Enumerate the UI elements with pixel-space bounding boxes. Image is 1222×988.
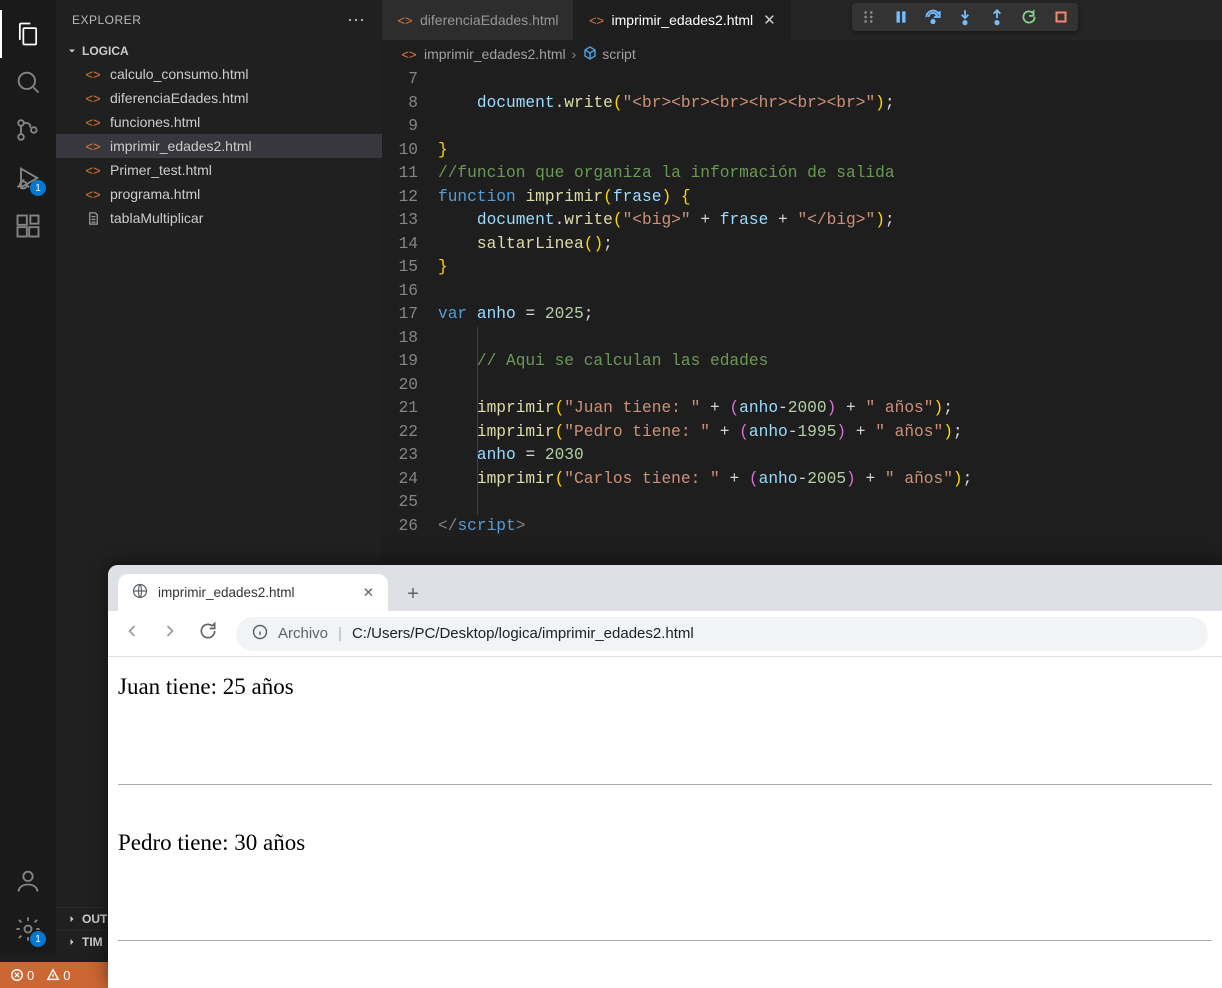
globe-icon <box>132 583 148 602</box>
browser-tab[interactable]: imprimir_edades2.html ✕ <box>118 574 388 611</box>
breadcrumb[interactable]: <> imprimir_edades2.html › script <box>382 40 1222 68</box>
url-label: Archivo <box>278 625 328 642</box>
breadcrumb-file: imprimir_edades2.html <box>424 46 566 62</box>
file-item[interactable]: tablaMultiplicar <box>56 206 382 230</box>
output-line: Pedro tiene: 30 años <box>118 829 1212 856</box>
sidebar-title: EXPLORER <box>72 13 141 27</box>
run-debug-icon[interactable]: 1 <box>0 154 56 202</box>
html-file-icon: <> <box>84 89 102 107</box>
reload-button[interactable] <box>198 621 218 646</box>
more-actions-icon[interactable]: ⋯ <box>347 10 366 31</box>
chevron-right-icon <box>66 936 78 948</box>
browser-tab-strip: imprimir_edades2.html ✕ + <box>108 565 1222 611</box>
sidebar-header: EXPLORER ⋯ <box>56 0 382 40</box>
html-file-icon: <> <box>84 185 102 203</box>
breadcrumb-separator: › <box>572 46 577 62</box>
debug-step-over-icon[interactable] <box>922 6 944 28</box>
file-item[interactable]: <> diferenciaEdades.html <box>56 86 382 110</box>
debug-step-into-icon[interactable] <box>954 6 976 28</box>
html-file-icon: <> <box>588 11 606 29</box>
file-name: Primer_test.html <box>110 162 212 178</box>
settings-icon[interactable]: 1 <box>0 905 56 953</box>
file-item[interactable]: <> funciones.html <box>56 110 382 134</box>
file-item[interactable]: <> imprimir_edades2.html <box>56 134 382 158</box>
file-item[interactable]: <> programa.html <box>56 182 382 206</box>
run-badge: 1 <box>30 180 46 196</box>
html-file-icon: <> <box>84 65 102 83</box>
file-list: <> calculo_consumo.html <> diferenciaEdades… <box>56 62 382 230</box>
browser-toolbar: Archivo | C:/Users/PC/Desktop/logica/imp… <box>108 611 1222 657</box>
source-control-icon[interactable] <box>0 106 56 154</box>
file-name: diferenciaEdades.html <box>110 90 249 106</box>
account-icon[interactable] <box>0 857 56 905</box>
breadcrumb-symbol: script <box>602 46 635 62</box>
forward-button[interactable] <box>160 621 180 646</box>
file-name: programa.html <box>110 186 200 202</box>
back-button[interactable] <box>122 621 142 646</box>
folder-header[interactable]: LOGICA <box>56 40 382 62</box>
debug-stop-icon[interactable] <box>1050 6 1072 28</box>
url-bar[interactable]: Archivo | C:/Users/PC/Desktop/logica/imp… <box>236 617 1208 651</box>
file-item[interactable]: <> Primer_test.html <box>56 158 382 182</box>
debug-pause-icon[interactable] <box>890 6 912 28</box>
file-name: funciones.html <box>110 114 200 130</box>
info-icon[interactable] <box>252 624 268 644</box>
html-file-icon: <> <box>84 161 102 179</box>
code-lines[interactable]: document.write("<br><br><br><hr><br><br>… <box>438 68 1222 538</box>
debug-drag-handle[interactable] <box>858 6 880 28</box>
extensions-icon[interactable] <box>0 202 56 250</box>
code-editor[interactable]: 7891011121314151617181920212223242526 do… <box>382 68 1222 538</box>
status-warnings[interactable]: 0 <box>46 968 70 983</box>
html-file-icon: <> <box>396 11 414 29</box>
search-icon[interactable] <box>0 58 56 106</box>
output-line: Juan tiene: 25 años <box>118 673 1212 700</box>
close-tab-icon[interactable]: ✕ <box>363 585 374 601</box>
settings-badge: 1 <box>30 931 46 947</box>
url-path: C:/Users/PC/Desktop/logica/imprimir_edad… <box>352 625 694 642</box>
gutter: 7891011121314151617181920212223242526 <box>382 68 438 538</box>
editor-tab[interactable]: <>imprimir_edades2.html✕ <box>574 0 791 40</box>
explorer-icon[interactable] <box>0 10 56 58</box>
url-separator: | <box>338 625 342 642</box>
debug-restart-icon[interactable] <box>1018 6 1040 28</box>
chevron-down-icon <box>66 45 78 57</box>
editor-tabs: <>diferenciaEdades.html<>imprimir_edades… <box>382 0 1222 40</box>
text-file-icon <box>84 209 102 227</box>
html-file-icon: <> <box>84 137 102 155</box>
symbol-icon <box>582 45 598 64</box>
html-file-icon: <> <box>400 45 418 63</box>
file-name: imprimir_edades2.html <box>110 138 252 154</box>
browser-content: Juan tiene: 25 añosPedro tiene: 30 añosC… <box>108 657 1222 988</box>
browser-tab-title: imprimir_edades2.html <box>158 585 353 600</box>
file-name: tablaMultiplicar <box>110 210 203 226</box>
new-tab-button[interactable]: + <box>396 577 430 611</box>
debug-toolbar <box>852 3 1078 31</box>
folder-name: LOGICA <box>82 44 129 58</box>
file-name: calculo_consumo.html <box>110 66 249 82</box>
browser-window: imprimir_edades2.html ✕ + Archivo | C:/U… <box>108 565 1222 988</box>
close-tab-icon[interactable]: ✕ <box>763 11 776 29</box>
status-errors[interactable]: 0 <box>10 968 34 983</box>
html-file-icon: <> <box>84 113 102 131</box>
chevron-right-icon <box>66 913 78 925</box>
editor-tab[interactable]: <>diferenciaEdades.html <box>382 0 574 40</box>
activity-bar: 1 1 <box>0 0 56 953</box>
debug-step-out-icon[interactable] <box>986 6 1008 28</box>
file-item[interactable]: <> calculo_consumo.html <box>56 62 382 86</box>
